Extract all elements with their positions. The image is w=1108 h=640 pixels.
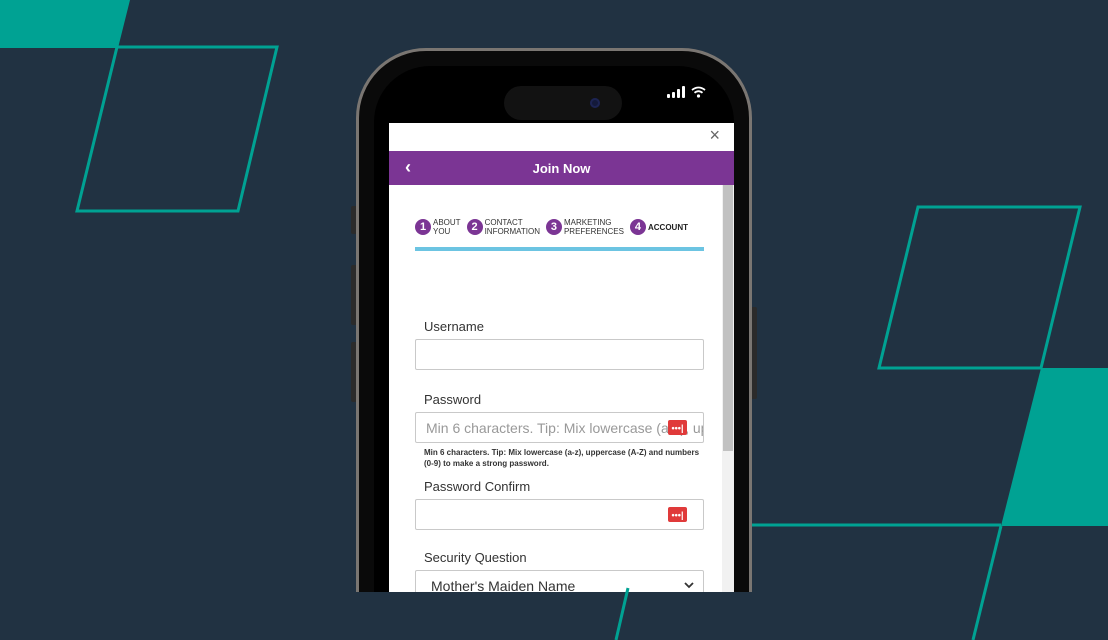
step-label: ACCOUNT [647, 222, 688, 232]
join-now-modal: × ‹ Join Now 1 ABOUT YOU 2 CONTACT INFORMA… [389, 123, 734, 640]
step-label: ABOUT YOU [433, 218, 461, 236]
phone-frame: × ‹ Join Now 1 ABOUT YOU 2 CONTACT INFORMA… [356, 48, 752, 640]
form-content: 1 ABOUT YOU 2 CONTACT INFORMATION 3 MARKET… [415, 185, 704, 601]
step-about-you[interactable]: 1 ABOUT YOU [415, 218, 461, 236]
outline-parallelogram-right [877, 205, 1082, 370]
step-marketing-preferences[interactable]: 3 MARKETING PREFERENCES [545, 218, 624, 236]
password-placeholder: Min 6 characters. Tip: Mix lowercase (a-… [426, 420, 703, 436]
password-confirm-group: Password Confirm •••| [415, 479, 704, 530]
step-account[interactable]: 4 ACCOUNT [629, 219, 688, 235]
outline-parallelogram-left [75, 45, 279, 213]
password-manager-icon[interactable]: •••| [668, 420, 687, 435]
password-manager-icon[interactable]: •••| [668, 507, 687, 522]
close-icon[interactable]: × [709, 126, 720, 144]
password-input[interactable]: Min 6 characters. Tip: Mix lowercase (a-… [415, 412, 704, 443]
password-confirm-label: Password Confirm [424, 479, 531, 494]
modal-close-row: × [389, 123, 734, 151]
username-label: Username [424, 319, 484, 334]
step-progress-line [415, 247, 704, 251]
password-hint: Min 6 characters. Tip: Mix lowercase (a-… [424, 448, 700, 468]
camera-icon [590, 98, 600, 108]
signal-icon [667, 86, 685, 98]
username-input[interactable] [415, 339, 704, 370]
scrollbar-thumb[interactable] [723, 185, 733, 451]
teal-corner-shape [0, 0, 130, 48]
teal-block-right [1001, 368, 1108, 526]
step-label: MARKETING PREFERENCES [563, 218, 624, 236]
username-group: Username [415, 319, 704, 370]
step-number: 3 [545, 219, 562, 235]
wifi-icon [691, 86, 706, 98]
password-group: Password Min 6 characters. Tip: Mix lowe… [415, 392, 704, 469]
step-number: 2 [466, 219, 483, 235]
chevron-down-icon [684, 582, 694, 589]
step-number: 1 [415, 219, 431, 235]
phone-crop-mask [340, 592, 770, 640]
page-title: Join Now [532, 160, 591, 176]
password-confirm-input[interactable]: •••| [415, 499, 704, 530]
security-question-label: Security Question [424, 550, 527, 565]
back-icon[interactable]: ‹ [405, 156, 411, 178]
step-number: 4 [629, 219, 646, 235]
step-contact-information[interactable]: 2 CONTACT INFORMATION [466, 218, 540, 236]
dynamic-island [504, 86, 622, 120]
password-label: Password [424, 392, 482, 407]
step-indicator: 1 ABOUT YOU 2 CONTACT INFORMATION 3 MARKET… [415, 215, 704, 239]
status-bar [667, 86, 706, 98]
modal-header: ‹ Join Now [389, 151, 734, 185]
step-label: CONTACT INFORMATION [484, 218, 540, 236]
phone-screen: × ‹ Join Now 1 ABOUT YOU 2 CONTACT INFORMA… [374, 66, 734, 640]
teal-line-diagonal-right [971, 525, 1003, 640]
